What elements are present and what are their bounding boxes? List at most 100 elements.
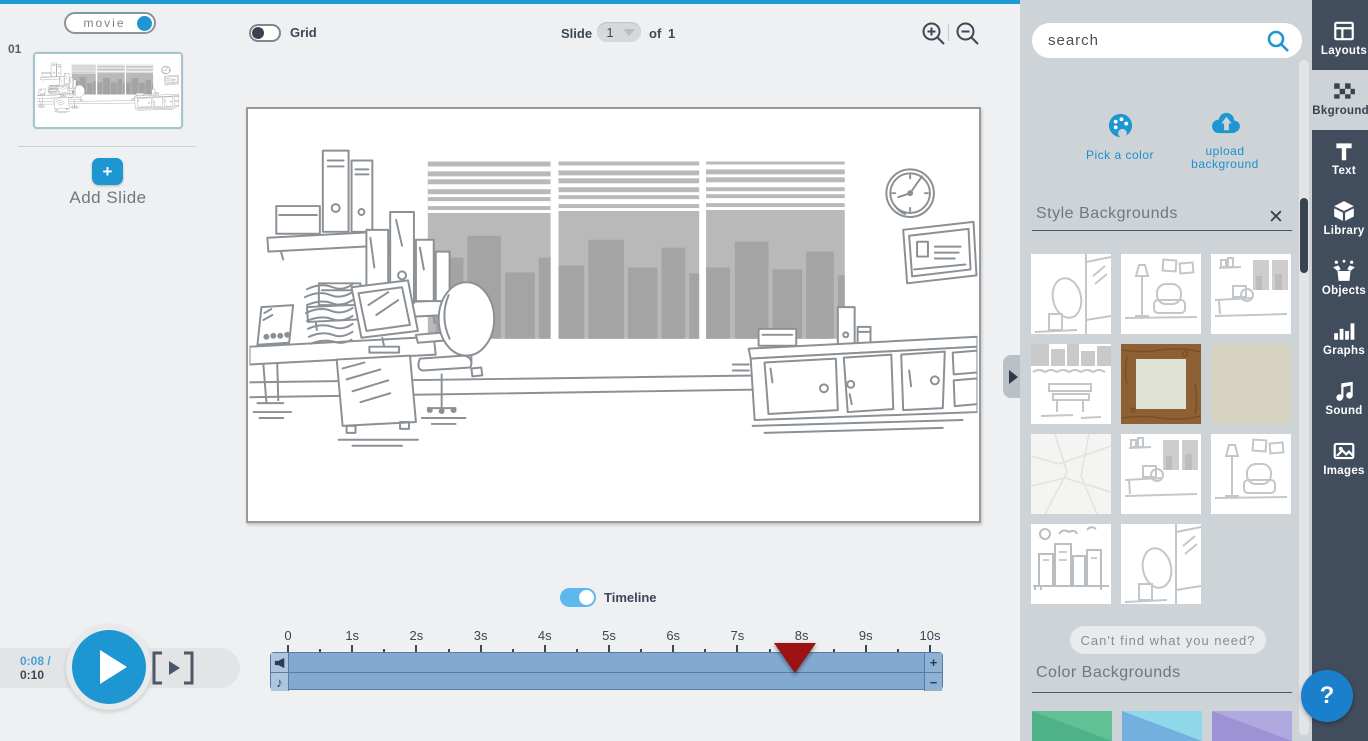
style-thumbnail-office-desk[interactable] xyxy=(1121,434,1201,514)
style-section-rule xyxy=(1032,230,1292,231)
pick-color-button[interactable]: Pick a color xyxy=(1075,112,1165,162)
slides-divider xyxy=(18,146,196,147)
chevron-down-icon xyxy=(623,28,635,36)
style-thumbnail-armchair-lamp[interactable] xyxy=(1211,434,1291,514)
movie-mode-label: movie xyxy=(83,16,126,30)
upload-label-line2: background xyxy=(1191,157,1259,171)
panel-scrollbar-thumb[interactable] xyxy=(1300,198,1308,273)
timeline-zoom-out-button[interactable]: − xyxy=(924,672,942,691)
pick-color-label: Pick a color xyxy=(1085,148,1155,162)
sidebar-item-objects[interactable]: Objects xyxy=(1312,250,1368,310)
slide-thumbnail[interactable] xyxy=(33,52,183,129)
backgrounds-panel: Pick a color uploadbackground Style Back… xyxy=(1020,0,1312,741)
color-swatch[interactable] xyxy=(1212,711,1292,741)
add-slide-label: Add Slide xyxy=(69,188,147,207)
slide-thumbnail-scene xyxy=(37,56,179,125)
color-swatches xyxy=(1032,711,1292,741)
add-slide-button[interactable]: + xyxy=(92,158,123,185)
images-icon xyxy=(1332,439,1356,463)
graphs-icon xyxy=(1332,319,1356,343)
search-input[interactable] xyxy=(1032,32,1266,49)
zoom-out-button[interactable] xyxy=(955,21,981,47)
cant-find-button[interactable]: Can't find what you need? xyxy=(1070,626,1266,654)
color-section-rule xyxy=(1032,692,1292,693)
ruler-tick-label: 8s xyxy=(794,628,809,643)
style-backgrounds-title: Style Backgrounds xyxy=(1036,205,1178,222)
sidebar-item-label: Graphs xyxy=(1322,345,1366,357)
ruler-tick-label: 2s xyxy=(409,628,424,643)
zoom-divider xyxy=(948,24,949,41)
help-button[interactable]: ? xyxy=(1301,670,1353,722)
style-thumbnail-park-bench[interactable] xyxy=(1031,344,1111,424)
voice-track-icon-cell[interactable] xyxy=(271,653,289,672)
sidebar-item-bkgrounds[interactable]: Bkgrounds xyxy=(1312,70,1368,130)
style-thumbnail-city-skyline[interactable] xyxy=(1031,524,1111,604)
play-button[interactable] xyxy=(72,630,146,704)
movie-mode-toggle[interactable]: movie xyxy=(64,12,156,34)
time-separator: / xyxy=(47,654,51,668)
slide-of-label: of xyxy=(649,26,662,41)
voice-track[interactable] xyxy=(271,653,942,672)
ruler-tick-label: 5s xyxy=(602,628,616,643)
timeline-toggle[interactable] xyxy=(560,588,596,607)
sidebar-item-label: Sound xyxy=(1325,405,1363,417)
timeline-tracks[interactable]: ♪ + − xyxy=(270,652,943,691)
close-icon: ✕ xyxy=(1268,207,1284,228)
palette-icon xyxy=(1108,113,1132,138)
objects-icon xyxy=(1332,259,1356,283)
grid-toggle[interactable] xyxy=(249,24,281,42)
search-icon[interactable] xyxy=(1266,29,1290,53)
upload-label-line1: upload xyxy=(1205,144,1245,158)
slide-select-dropdown[interactable]: 1 xyxy=(597,22,641,42)
top-accent-strip xyxy=(0,0,1020,4)
timeline-label: Timeline xyxy=(604,590,657,605)
sidebar-item-label: Bkgrounds xyxy=(1312,105,1368,117)
timeline-playhead[interactable] xyxy=(774,643,817,673)
preview-slide-button[interactable] xyxy=(150,649,196,687)
sidebar-item-library[interactable]: Library xyxy=(1312,190,1368,250)
music-track-icon-cell[interactable]: ♪ xyxy=(271,673,289,691)
timeline-ruler[interactable]: 0 1s 2s 3s 4s 5s 6s 7s 8s 9s 10s xyxy=(270,628,950,653)
sidebar-item-graphs[interactable]: Graphs xyxy=(1312,310,1368,370)
color-swatch[interactable] xyxy=(1032,711,1112,741)
style-thumbnail-wooden-frame[interactable] xyxy=(1121,344,1201,424)
library-icon xyxy=(1332,199,1356,223)
sidebar-item-sound[interactable]: Sound xyxy=(1312,370,1368,430)
ruler-tick-label: 7s xyxy=(730,628,745,643)
sidebar-item-images[interactable]: Images xyxy=(1312,430,1368,490)
sidebar-item-layouts[interactable]: Layouts xyxy=(1312,10,1368,70)
style-thumbnail-window-corner[interactable] xyxy=(1031,254,1111,334)
slide-select-value: 1 xyxy=(606,24,614,40)
timeline-zoom-in-button[interactable]: + xyxy=(924,653,942,672)
style-thumbnail-window-corner[interactable] xyxy=(1121,524,1201,604)
upload-background-button[interactable]: upload background xyxy=(1180,110,1270,171)
music-track[interactable]: ♪ xyxy=(271,672,942,691)
cant-find-label: Can't find what you need? xyxy=(1080,632,1256,648)
slide-total-label: 1 xyxy=(668,26,676,41)
sidebar-item-label: Images xyxy=(1323,465,1365,477)
play-icon xyxy=(99,650,127,684)
category-sidebar: Layouts Bkgrounds Text Library Objects Graphs… xyxy=(1312,0,1368,741)
panel-scrollbar-track[interactable] xyxy=(1299,60,1309,735)
plus-icon: + xyxy=(929,655,938,670)
zoom-in-button[interactable] xyxy=(921,21,947,47)
slide-selector-label: Slide xyxy=(561,26,593,41)
zoom-in-icon xyxy=(922,22,945,45)
ruler-tick-label: 6s xyxy=(666,628,681,643)
sidebar-item-text[interactable]: Text xyxy=(1312,130,1368,190)
ruler-tick-label: 9s xyxy=(858,628,873,643)
sidebar-item-label: Text xyxy=(1332,165,1356,177)
close-button[interactable]: ✕ xyxy=(1268,206,1284,229)
ruler-tick-label: 4s xyxy=(537,628,552,643)
style-thumbnail-crumpled-paper[interactable] xyxy=(1031,434,1111,514)
text-icon xyxy=(1332,139,1356,163)
style-thumbnail-plain-beige[interactable] xyxy=(1211,344,1291,424)
color-swatch[interactable] xyxy=(1122,711,1202,741)
sidebar-item-label: Layouts xyxy=(1320,45,1368,57)
preview-play-icon xyxy=(152,651,194,685)
search-box[interactable] xyxy=(1032,23,1302,58)
office-scene-graphic xyxy=(248,109,979,521)
style-thumbnail-office-desk[interactable] xyxy=(1211,254,1291,334)
editor-canvas[interactable] xyxy=(246,107,981,523)
style-thumbnail-armchair-lamp[interactable] xyxy=(1121,254,1201,334)
